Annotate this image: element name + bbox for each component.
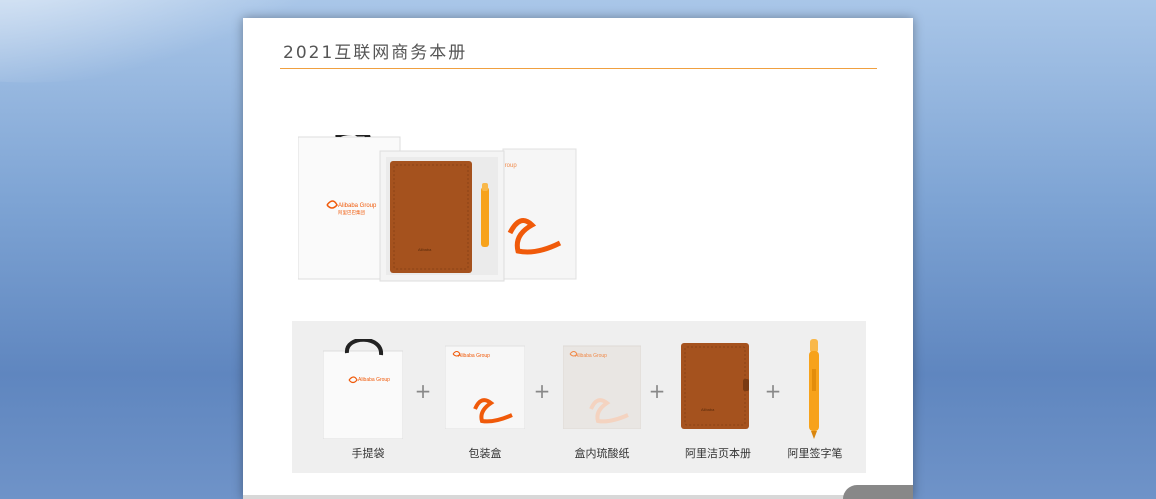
title-divider xyxy=(280,68,877,69)
part-notebook: Alibaba xyxy=(681,339,749,459)
part-label-notebook: 阿里洁页本册 xyxy=(685,447,751,460)
part-label-tote-bag: 手提袋 xyxy=(351,447,385,460)
part-label-sulfate-paper: 盒内琉酸纸 xyxy=(574,447,630,460)
components-panel: Alibaba Group 手提袋 + Alibaba Group 包装盒 + … xyxy=(292,321,866,473)
card-bottom-border xyxy=(243,495,913,499)
hero-bag-logo: Alibaba Group xyxy=(338,203,377,209)
part-box-logo: Alibaba Group xyxy=(458,353,490,359)
plus-sign: + xyxy=(414,379,432,403)
part-pen xyxy=(806,339,822,459)
svg-text:Alibaba: Alibaba xyxy=(701,407,715,412)
hero-bag-logo-sub: 阿里巴巴集团 xyxy=(338,209,365,216)
hero-box-base: Alibaba xyxy=(379,150,505,282)
page-title: 2021互联网商务本册 xyxy=(283,43,468,63)
product-card: 2021互联网商务本册 Alibaba Group 阿里巴巴集团 Group A… xyxy=(243,18,913,499)
part-paper-logo: Alibaba Group xyxy=(575,353,607,359)
part-tote-bag: Alibaba Group xyxy=(323,339,403,459)
part-packaging-box: Alibaba Group xyxy=(445,339,525,459)
svg-text:Alibaba: Alibaba xyxy=(418,247,432,252)
hero-box-lid: Group xyxy=(500,148,577,280)
plus-sign: + xyxy=(764,379,782,403)
hero-product-image: Alibaba Group 阿里巴巴集团 Group Alibaba xyxy=(297,127,583,283)
plus-sign: + xyxy=(533,379,551,403)
part-bag-logo: Alibaba Group xyxy=(358,377,390,383)
corner-tab xyxy=(843,485,913,499)
part-label-pen: 阿里签字笔 xyxy=(787,447,843,460)
part-sulfate-paper: Alibaba Group xyxy=(563,339,641,459)
part-label-packaging-box: 包装盒 xyxy=(468,447,502,460)
plus-sign: + xyxy=(648,379,666,403)
